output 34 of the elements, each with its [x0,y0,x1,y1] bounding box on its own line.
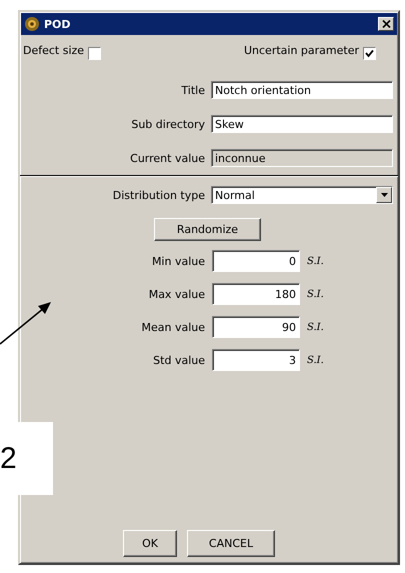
annotation-arrow [0,302,51,345]
ok-button[interactable]: OK [123,530,177,557]
checkbox-label: Defect size [23,44,84,57]
field-label: Distribution type [112,188,205,202]
field-label: Mean value [140,320,205,334]
caret-icon [380,193,388,197]
number-field[interactable]: 0 [212,250,300,272]
text-field[interactable]: Skew [211,115,393,133]
close-icon[interactable] [382,20,390,28]
field-label: Min value [150,254,205,268]
text-field[interactable]: Notch orientation [211,81,393,99]
field-label: Std value [152,354,205,366]
checkbox[interactable] [363,47,376,60]
dropdown[interactable]: Normal [211,186,393,204]
unit-label: S.I. [307,354,325,366]
field-label: Max value [148,288,205,300]
checkbox[interactable] [88,47,102,60]
number-field[interactable]: 3 [212,349,300,371]
unit-label: S.I. [307,256,325,266]
checkmark-icon [365,49,374,58]
close-button[interactable] [378,17,394,31]
number-field[interactable]: 180 [212,283,300,305]
randomize-button[interactable]: Randomize [154,218,261,241]
number-field[interactable]: 90 [212,316,300,338]
field-label: Title [180,84,205,96]
field-label: Current value [129,152,205,164]
callout-label: 2 [0,422,53,495]
checkbox-label: Uncertain parameter [244,44,359,57]
unit-label: S.I. [307,288,325,300]
window-title: POD [44,18,72,30]
unit-label: S.I. [307,322,325,332]
app-logo-icon [24,16,40,32]
field-label: Sub directory [130,118,205,130]
cancel-button[interactable]: CANCEL [187,530,275,557]
